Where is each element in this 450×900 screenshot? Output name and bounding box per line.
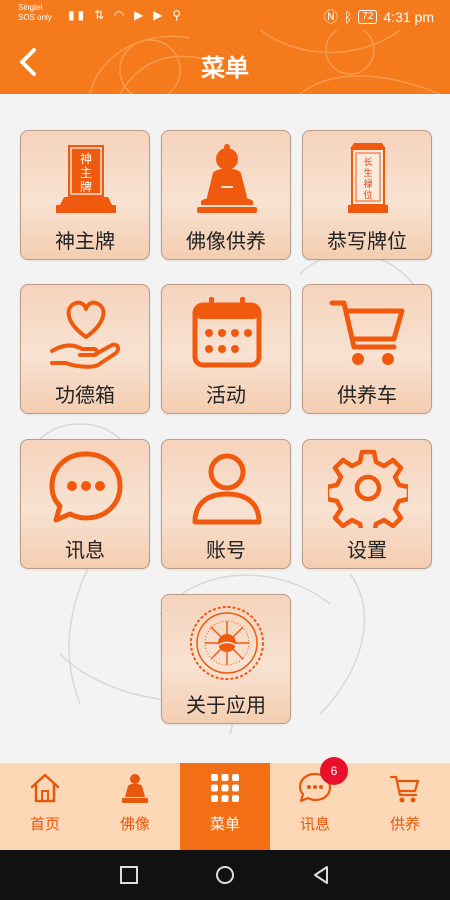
app-header: 菜单 xyxy=(0,30,450,94)
home-button[interactable] xyxy=(214,864,236,886)
menu-item-write-plaque[interactable]: 长 生 禄 位 恭写牌位 xyxy=(302,130,432,260)
unread-badge: 6 xyxy=(320,757,348,785)
nav-label: 佛像 xyxy=(119,815,150,833)
menu-item-label: 账号 xyxy=(206,538,246,562)
user-icon xyxy=(192,453,262,525)
menu-item-ancestral-tablet[interactable]: 神 主 牌 神主牌 xyxy=(20,130,150,260)
carrier-info: Singtel SOS only xyxy=(18,3,52,23)
menu-item-label: 神主牌 xyxy=(55,229,115,253)
shopping-cart-icon xyxy=(329,300,405,365)
menu-item-label: 关于应用 xyxy=(186,693,266,717)
svg-text:牌: 牌 xyxy=(80,180,92,194)
menu-item-label: 恭写牌位 xyxy=(327,229,407,253)
svg-text:位: 位 xyxy=(363,189,372,201)
menu-item-messages[interactable]: 讯息 xyxy=(20,439,150,569)
menu-item-about-app[interactable]: 关于应用 xyxy=(161,594,291,724)
cart-icon xyxy=(389,775,420,803)
nav-tab-buddha[interactable]: 佛像 xyxy=(90,763,180,850)
recent-apps-button[interactable] xyxy=(118,864,140,886)
dharma-emblem-icon xyxy=(190,606,264,680)
carrier-status: SOS only xyxy=(18,13,52,22)
nfc-icon: Ⓝ xyxy=(323,9,338,25)
menu-item-label: 设置 xyxy=(347,538,387,562)
svg-text:主: 主 xyxy=(80,166,92,180)
nav-label: 供养 xyxy=(389,815,420,833)
status-right: Ⓝ ᛒ 72 4:31 pm xyxy=(324,7,434,27)
memorial-plaque-icon: 长 生 禄 位 xyxy=(348,143,388,213)
nav-tab-messages[interactable]: 6 讯息 xyxy=(270,757,360,850)
nav-tab-home[interactable]: 首页 xyxy=(0,763,90,850)
grid-menu-icon xyxy=(211,774,239,802)
nav-label: 菜单 xyxy=(209,815,240,833)
system-navigation-bar xyxy=(0,850,450,900)
home-icon xyxy=(30,773,60,803)
menu-item-label: 功德箱 xyxy=(55,383,115,407)
carrier-name: Singtel xyxy=(18,3,43,12)
menu-item-label: 供养车 xyxy=(337,383,397,407)
nav-label: 首页 xyxy=(29,815,60,833)
menu-item-label: 讯息 xyxy=(65,538,105,562)
svg-text:神: 神 xyxy=(80,152,92,166)
menu-item-activities[interactable]: 活动 xyxy=(161,284,291,414)
buddha-statue-icon xyxy=(197,144,257,213)
nav-tab-menu[interactable]: 菜单 xyxy=(180,763,270,850)
heart-hand-icon xyxy=(50,300,121,369)
menu-item-merit-box[interactable]: 功德箱 xyxy=(20,284,150,414)
bluetooth-icon: ᛒ xyxy=(343,9,353,25)
menu-item-offering-cart[interactable]: 供养车 xyxy=(302,284,432,414)
menu-item-buddha-offering[interactable]: 佛像供养 xyxy=(161,130,291,260)
nav-tab-offering[interactable]: 供养 xyxy=(360,763,450,850)
battery-indicator: 72 xyxy=(358,10,378,24)
svg-text:禄: 禄 xyxy=(363,178,372,190)
page-title: 菜单 xyxy=(201,54,249,82)
calendar-icon xyxy=(192,297,262,368)
ancestral-tablet-icon: 神 主 牌 xyxy=(56,145,116,213)
menu-content: 神 主 牌 神主牌 佛像供养 长 生 禄 位 恭写牌位 功德箱 活动 供养车 讯… xyxy=(0,94,450,763)
menu-item-settings[interactable]: 设置 xyxy=(302,439,432,569)
menu-item-label: 佛像供养 xyxy=(186,229,266,253)
svg-text:长: 长 xyxy=(363,156,372,168)
nav-label: 讯息 xyxy=(299,815,330,833)
menu-item-label: 活动 xyxy=(206,383,246,407)
svg-text:生: 生 xyxy=(363,167,372,179)
chat-bubble-icon xyxy=(49,451,123,523)
status-icons: ▮▮ ⇅ ◠ ▶ ▶ ⚲ xyxy=(68,8,185,22)
back-nav-button[interactable] xyxy=(310,864,332,886)
status-bar: Singtel SOS only ▮▮ ⇅ ◠ ▶ ▶ ⚲ Ⓝ ᛒ 72 4:3… xyxy=(0,0,450,30)
clock: 4:31 pm xyxy=(383,9,434,25)
bottom-navigation: 首页 佛像 菜单 6 讯息 供养 xyxy=(0,757,450,850)
menu-item-account[interactable]: 账号 xyxy=(161,439,291,569)
gear-icon xyxy=(328,449,408,528)
buddha-icon xyxy=(122,774,148,803)
